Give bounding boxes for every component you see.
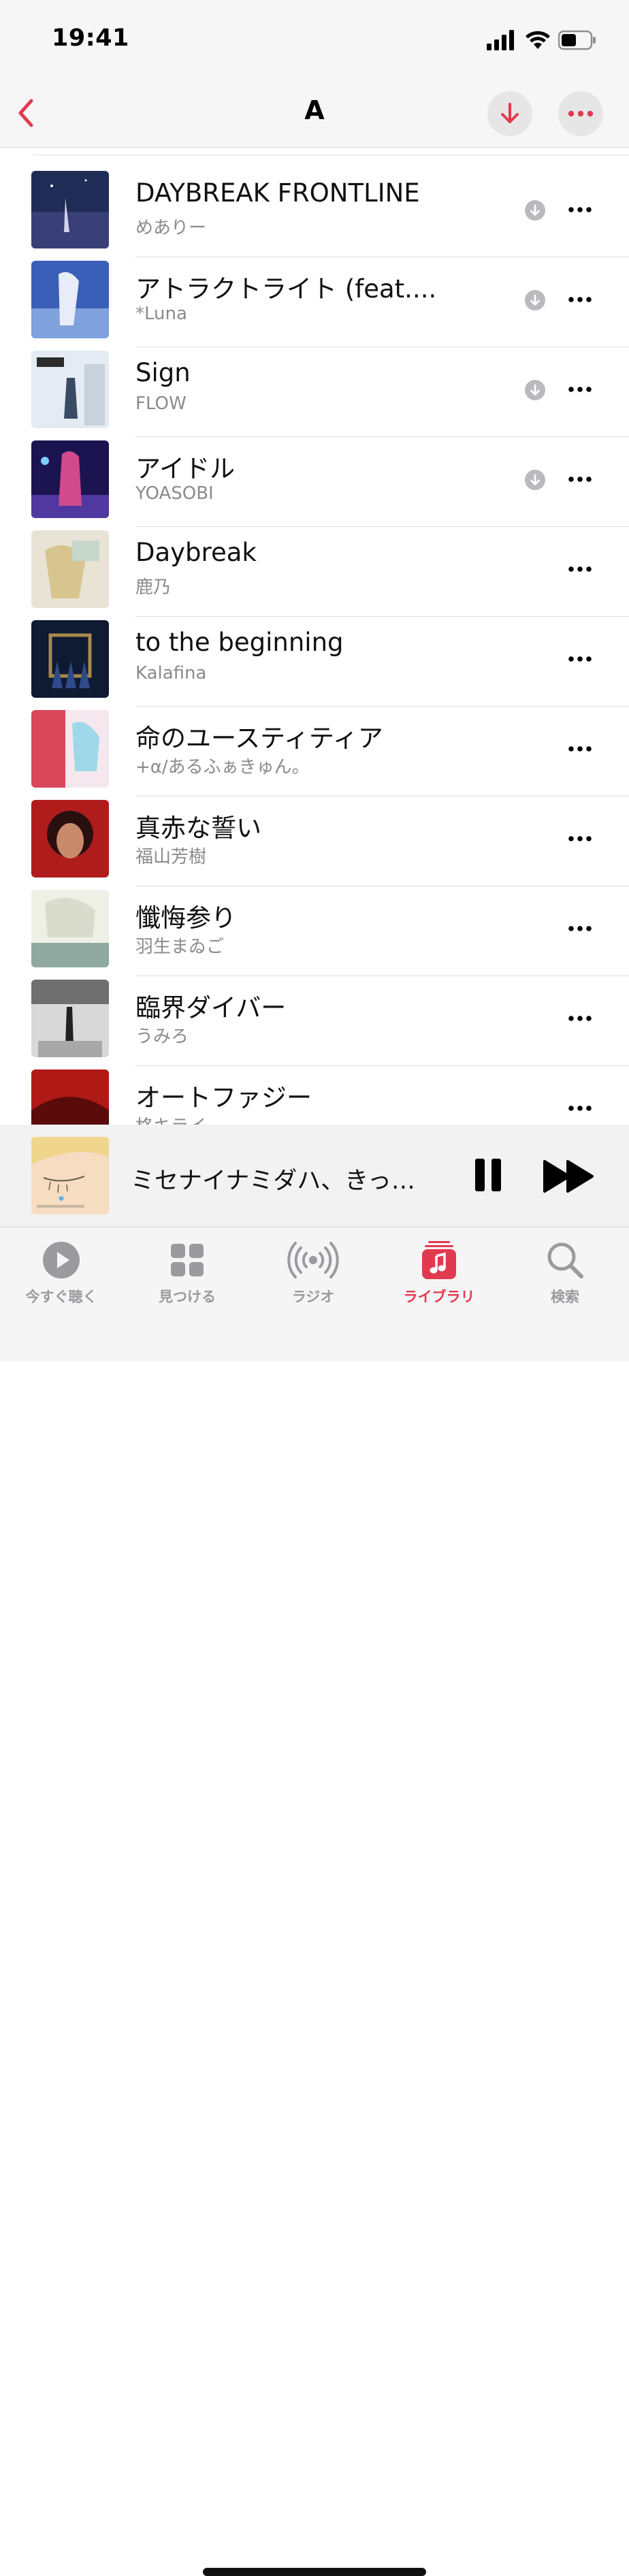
song-title: アイドル (135, 454, 236, 483)
ellipsis-icon (568, 110, 594, 117)
song-artist: 羽生まゐご (135, 937, 225, 957)
tab-browse[interactable]: 見つける (126, 1240, 248, 1306)
tab-label: ライブラリ (403, 1289, 475, 1305)
song-artist: 柊キライ (135, 1112, 206, 1125)
cellular-signal-icon (487, 30, 514, 50)
now-playing-title[interactable]: ミセナイナミダハ、きっ… (131, 1161, 415, 1196)
tab-listen-now[interactable]: 今すぐ聴く (0, 1240, 123, 1306)
wifi-icon (526, 31, 550, 49)
tab-label: ラジオ (291, 1289, 335, 1305)
song-artist: Kalafina (135, 663, 207, 683)
album-artwork (31, 800, 109, 878)
ellipsis-icon[interactable] (564, 197, 598, 222)
page-title: A (304, 95, 325, 125)
album-artwork (31, 261, 109, 338)
ellipsis-icon[interactable] (564, 916, 598, 941)
song-title: 真赤な誓い (135, 814, 261, 843)
song-row[interactable]: Sign FLOW (0, 338, 629, 437)
navigation-bar: A (0, 82, 629, 148)
tab-library[interactable]: ライブラリ (378, 1240, 500, 1306)
song-row[interactable]: DAYBREAK FRONTLINE めありー (0, 158, 629, 257)
download-arrow-icon (501, 103, 519, 123)
download-icon[interactable] (525, 470, 545, 490)
song-artist: うみろ (135, 1027, 189, 1047)
status-time: 19:41 (52, 25, 129, 52)
song-artist: FLOW (135, 393, 187, 414)
song-artist: YOASOBI (135, 483, 214, 504)
ellipsis-icon[interactable] (564, 467, 598, 492)
battery-icon (558, 30, 596, 50)
skip-forward-icon[interactable] (542, 1157, 596, 1195)
now-playing-artwork[interactable] (31, 1137, 109, 1214)
album-artwork (31, 980, 109, 1057)
song-title: Daybreak (135, 538, 257, 567)
album-artwork (31, 1069, 109, 1125)
song-artist: +α/あるふぁきゅん。 (135, 757, 310, 777)
song-title: DAYBREAK FRONTLINE (135, 178, 420, 208)
more-options-button[interactable] (558, 91, 603, 136)
ellipsis-icon[interactable] (564, 1096, 598, 1121)
download-icon[interactable] (525, 200, 545, 221)
ellipsis-icon[interactable] (564, 1006, 598, 1031)
song-artist: めありー (135, 218, 207, 238)
song-artist: *Luna (135, 304, 187, 324)
search-icon (545, 1240, 585, 1281)
home-indicator (203, 2568, 426, 2576)
song-row[interactable]: アトラクトライト (feat.... *Luna (0, 248, 629, 347)
album-artwork (31, 890, 109, 967)
ellipsis-icon[interactable] (564, 737, 598, 761)
song-row[interactable]: 臨界ダイバー うみろ (0, 967, 629, 1066)
download-all-button[interactable] (487, 91, 532, 136)
grid-icon (167, 1240, 208, 1281)
mini-player[interactable]: ミセナイナミダハ、きっ… (0, 1125, 629, 1227)
status-bar: 19:41 (0, 0, 629, 82)
pause-icon[interactable] (470, 1155, 508, 1195)
ellipsis-icon[interactable] (564, 287, 598, 312)
song-title: to the beginning (135, 628, 344, 657)
radio-icon (287, 1240, 339, 1281)
song-row[interactable]: to the beginning Kalafina (0, 607, 629, 707)
song-title: 命のユースティティア (135, 724, 383, 753)
download-icon[interactable] (525, 380, 545, 400)
ellipsis-icon[interactable] (564, 377, 598, 402)
song-title: 臨界ダイバー (135, 993, 287, 1023)
album-artwork (31, 171, 109, 248)
song-title: Sign (135, 358, 191, 387)
ellipsis-icon[interactable] (564, 557, 598, 581)
ellipsis-icon[interactable] (564, 826, 598, 851)
ellipsis-icon[interactable] (564, 647, 598, 671)
song-title: 懺悔参り (135, 903, 236, 933)
song-row[interactable]: Daybreak 鹿乃 (0, 517, 629, 617)
album-artwork (31, 710, 109, 788)
library-icon (419, 1240, 459, 1281)
song-row[interactable]: 懺悔参り 羽生まゐご (0, 877, 629, 976)
song-row[interactable]: 命のユースティティア +α/あるふぁきゅん。 (0, 697, 629, 796)
album-artwork (31, 351, 109, 428)
download-icon[interactable] (525, 290, 545, 310)
tab-radio[interactable]: ラジオ (252, 1240, 374, 1306)
song-title: アトラクトライト (feat.... (135, 274, 437, 304)
tab-search[interactable]: 検索 (504, 1240, 626, 1306)
tab-label: 今すぐ聴く (25, 1289, 97, 1305)
album-artwork (31, 440, 109, 518)
song-artist: 福山芳樹 (135, 847, 207, 867)
tab-bar: 今すぐ聴く 見つける ラジオ ライブラリ 検索 (0, 1227, 629, 2576)
album-artwork (31, 530, 109, 608)
tab-label: 検索 (551, 1289, 579, 1305)
song-title: オートファジー (135, 1083, 312, 1112)
play-circle-icon (41, 1240, 82, 1281)
song-row[interactable]: 真赤な誓い 福山芳樹 (0, 787, 629, 886)
song-row[interactable]: アイドル YOASOBI (0, 428, 629, 527)
tab-label: 見つける (159, 1289, 216, 1305)
song-list[interactable]: DAYBREAK FRONTLINE めありーアトラクトライト (feat....… (0, 148, 629, 1125)
song-row[interactable]: オートファジー柊キライ (0, 1057, 629, 1125)
album-artwork (31, 620, 109, 698)
song-artist: 鹿乃 (135, 577, 172, 598)
